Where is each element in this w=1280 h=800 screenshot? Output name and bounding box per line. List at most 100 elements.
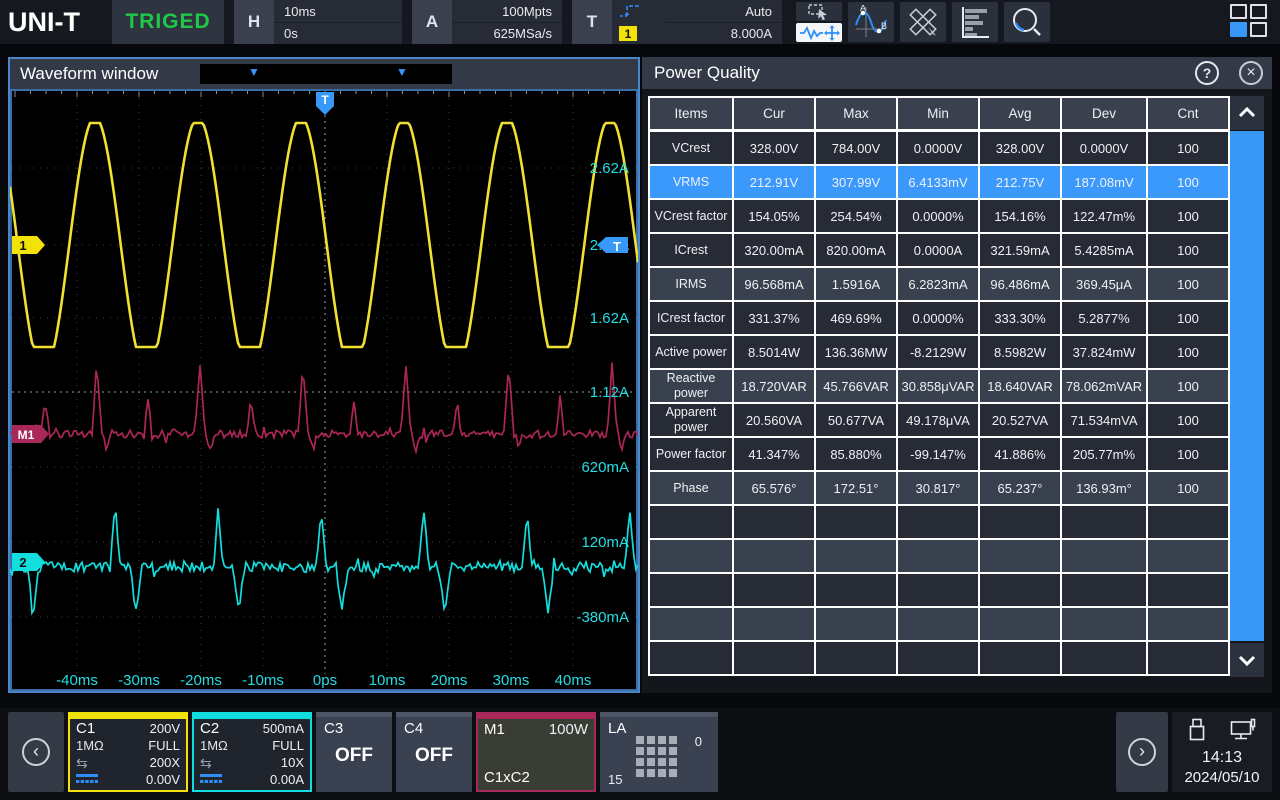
- pq-value-cell[interactable]: 30.817°: [898, 472, 978, 504]
- pq-value-cell[interactable]: 469.69%: [816, 302, 896, 334]
- channel-bar-next-button[interactable]: ›: [1116, 712, 1168, 792]
- pq-value-cell[interactable]: 100: [1148, 132, 1228, 164]
- logic-analyzer-card[interactable]: LA 0 15: [600, 712, 718, 792]
- pq-item-cell[interactable]: IRMS: [650, 268, 732, 300]
- pq-item-cell[interactable]: ICrest: [650, 234, 732, 266]
- pq-item-cell[interactable]: Apparent power: [650, 404, 732, 436]
- pq-value-cell[interactable]: 6.4133mV: [898, 166, 978, 198]
- pq-value-cell[interactable]: 85.880%: [816, 438, 896, 470]
- table-scrollbar[interactable]: [1230, 96, 1264, 677]
- pq-value-cell[interactable]: 154.05%: [734, 200, 814, 232]
- trigger-settings-block[interactable]: T 1 Auto 8.000A: [572, 0, 782, 44]
- pq-value-cell[interactable]: 0.0000A: [898, 234, 978, 266]
- scrollbar-thumb[interactable]: [1230, 131, 1264, 641]
- pq-value-cell[interactable]: 5.2877%: [1062, 302, 1146, 334]
- pq-value-cell[interactable]: 100: [1148, 200, 1228, 232]
- pq-value-cell[interactable]: 320.00mA: [734, 234, 814, 266]
- pq-value-cell[interactable]: 65.576°: [734, 472, 814, 504]
- pq-item-cell[interactable]: Reactive power: [650, 370, 732, 402]
- pq-value-cell[interactable]: 328.00V: [980, 132, 1060, 164]
- pq-value-cell[interactable]: 307.99V: [816, 166, 896, 198]
- pq-value-cell[interactable]: 100: [1148, 472, 1228, 504]
- pq-value-cell[interactable]: 369.45μA: [1062, 268, 1146, 300]
- pq-value-cell[interactable]: 100: [1148, 336, 1228, 368]
- pq-item-cell[interactable]: Active power: [650, 336, 732, 368]
- pq-value-cell[interactable]: 100: [1148, 438, 1228, 470]
- help-icon[interactable]: ?: [1195, 61, 1219, 85]
- pq-value-cell[interactable]: 45.766VAR: [816, 370, 896, 402]
- histogram-button[interactable]: [952, 2, 998, 42]
- pq-value-cell[interactable]: 100: [1148, 404, 1228, 436]
- pq-value-cell[interactable]: 100: [1148, 302, 1228, 334]
- pq-item-cell[interactable]: Power factor: [650, 438, 732, 470]
- select-move-tool-button[interactable]: [796, 2, 842, 42]
- pq-value-cell[interactable]: 784.00V: [816, 132, 896, 164]
- window-layout-button[interactable]: [1230, 4, 1270, 40]
- pq-value-cell[interactable]: 100: [1148, 234, 1228, 266]
- acquire-settings-block[interactable]: A 100Mpts 625MSa/s: [412, 0, 562, 44]
- pq-value-cell[interactable]: 154.16%: [980, 200, 1060, 232]
- pq-value-cell[interactable]: 0.0000V: [1062, 132, 1146, 164]
- pq-value-cell[interactable]: 122.47m%: [1062, 200, 1146, 232]
- pq-value-cell[interactable]: 78.062mVAR: [1062, 370, 1146, 402]
- pq-value-cell[interactable]: 100: [1148, 268, 1228, 300]
- pq-value-cell[interactable]: 71.534mVA: [1062, 404, 1146, 436]
- pq-value-cell[interactable]: 0.0000%: [898, 302, 978, 334]
- pq-value-cell[interactable]: 18.720VAR: [734, 370, 814, 402]
- pq-value-cell[interactable]: 136.36MW: [816, 336, 896, 368]
- pq-value-cell[interactable]: 49.178μVA: [898, 404, 978, 436]
- pq-value-cell[interactable]: 20.560VA: [734, 404, 814, 436]
- select-icon[interactable]: [796, 2, 842, 21]
- channel-c2-card[interactable]: C2 500mA 1MΩ FULL ⇆ 10X 0.00A: [192, 712, 312, 792]
- pq-value-cell[interactable]: 30.858μVAR: [898, 370, 978, 402]
- pq-value-cell[interactable]: -99.147%: [898, 438, 978, 470]
- position-marker-icon[interactable]: ▼: [248, 65, 260, 79]
- pq-value-cell[interactable]: 6.2823mA: [898, 268, 978, 300]
- pq-value-cell[interactable]: 96.486mA: [980, 268, 1060, 300]
- measure-tools-button[interactable]: [900, 2, 946, 42]
- position-indicator-strip[interactable]: ▼ ▼: [200, 64, 452, 84]
- pq-value-cell[interactable]: 100: [1148, 166, 1228, 198]
- pq-value-cell[interactable]: 65.237°: [980, 472, 1060, 504]
- math-m1-card[interactable]: M1 100W C1xC2: [476, 712, 596, 792]
- pq-value-cell[interactable]: 96.568mA: [734, 268, 814, 300]
- close-icon[interactable]: ×: [1239, 61, 1263, 85]
- pq-value-cell[interactable]: 8.5982W: [980, 336, 1060, 368]
- pq-value-cell[interactable]: -8.2129W: [898, 336, 978, 368]
- pq-value-cell[interactable]: 321.59mA: [980, 234, 1060, 266]
- power-quality-titlebar[interactable]: Power Quality ? ×: [642, 57, 1272, 89]
- pq-value-cell[interactable]: 20.527VA: [980, 404, 1060, 436]
- pq-item-cell[interactable]: VRMS: [650, 166, 732, 198]
- pq-value-cell[interactable]: 333.30%: [980, 302, 1060, 334]
- pq-value-cell[interactable]: 331.37%: [734, 302, 814, 334]
- ab-cursor-button[interactable]: A B: [848, 2, 894, 42]
- channel-c4-card[interactable]: C4 OFF: [396, 712, 472, 792]
- pq-item-cell[interactable]: ICrest factor: [650, 302, 732, 334]
- pq-value-cell[interactable]: 254.54%: [816, 200, 896, 232]
- waveform-window-titlebar[interactable]: Waveform window ▼ ▼: [10, 59, 638, 89]
- zoom-tool-button[interactable]: [1004, 2, 1050, 42]
- waveform-display[interactable]: 2.62A2.12A1.62A1.12A620mA120mA-380mA-40m…: [10, 89, 638, 691]
- horizontal-settings-block[interactable]: H 10ms 0s: [234, 0, 402, 44]
- pq-value-cell[interactable]: 8.5014W: [734, 336, 814, 368]
- pq-value-cell[interactable]: 172.51°: [816, 472, 896, 504]
- scroll-up-icon[interactable]: [1230, 96, 1264, 130]
- channel-bar-prev-button[interactable]: ‹: [8, 712, 64, 792]
- pq-value-cell[interactable]: 820.00mA: [816, 234, 896, 266]
- pq-value-cell[interactable]: 5.4285mA: [1062, 234, 1146, 266]
- pq-item-cell[interactable]: VCrest factor: [650, 200, 732, 232]
- pq-value-cell[interactable]: 212.91V: [734, 166, 814, 198]
- scroll-down-icon[interactable]: [1230, 643, 1264, 677]
- pq-item-cell[interactable]: Phase: [650, 472, 732, 504]
- pq-value-cell[interactable]: 0.0000V: [898, 132, 978, 164]
- pq-value-cell[interactable]: 187.08mV: [1062, 166, 1146, 198]
- pq-value-cell[interactable]: 212.75V: [980, 166, 1060, 198]
- waveform-move-icon[interactable]: [796, 23, 842, 42]
- pq-value-cell[interactable]: 328.00V: [734, 132, 814, 164]
- channel-c3-card[interactable]: C3 OFF: [316, 712, 392, 792]
- pq-value-cell[interactable]: 50.677VA: [816, 404, 896, 436]
- pq-value-cell[interactable]: 18.640VAR: [980, 370, 1060, 402]
- pq-value-cell[interactable]: 100: [1148, 370, 1228, 402]
- pq-value-cell[interactable]: 136.93m°: [1062, 472, 1146, 504]
- pq-item-cell[interactable]: VCrest: [650, 132, 732, 164]
